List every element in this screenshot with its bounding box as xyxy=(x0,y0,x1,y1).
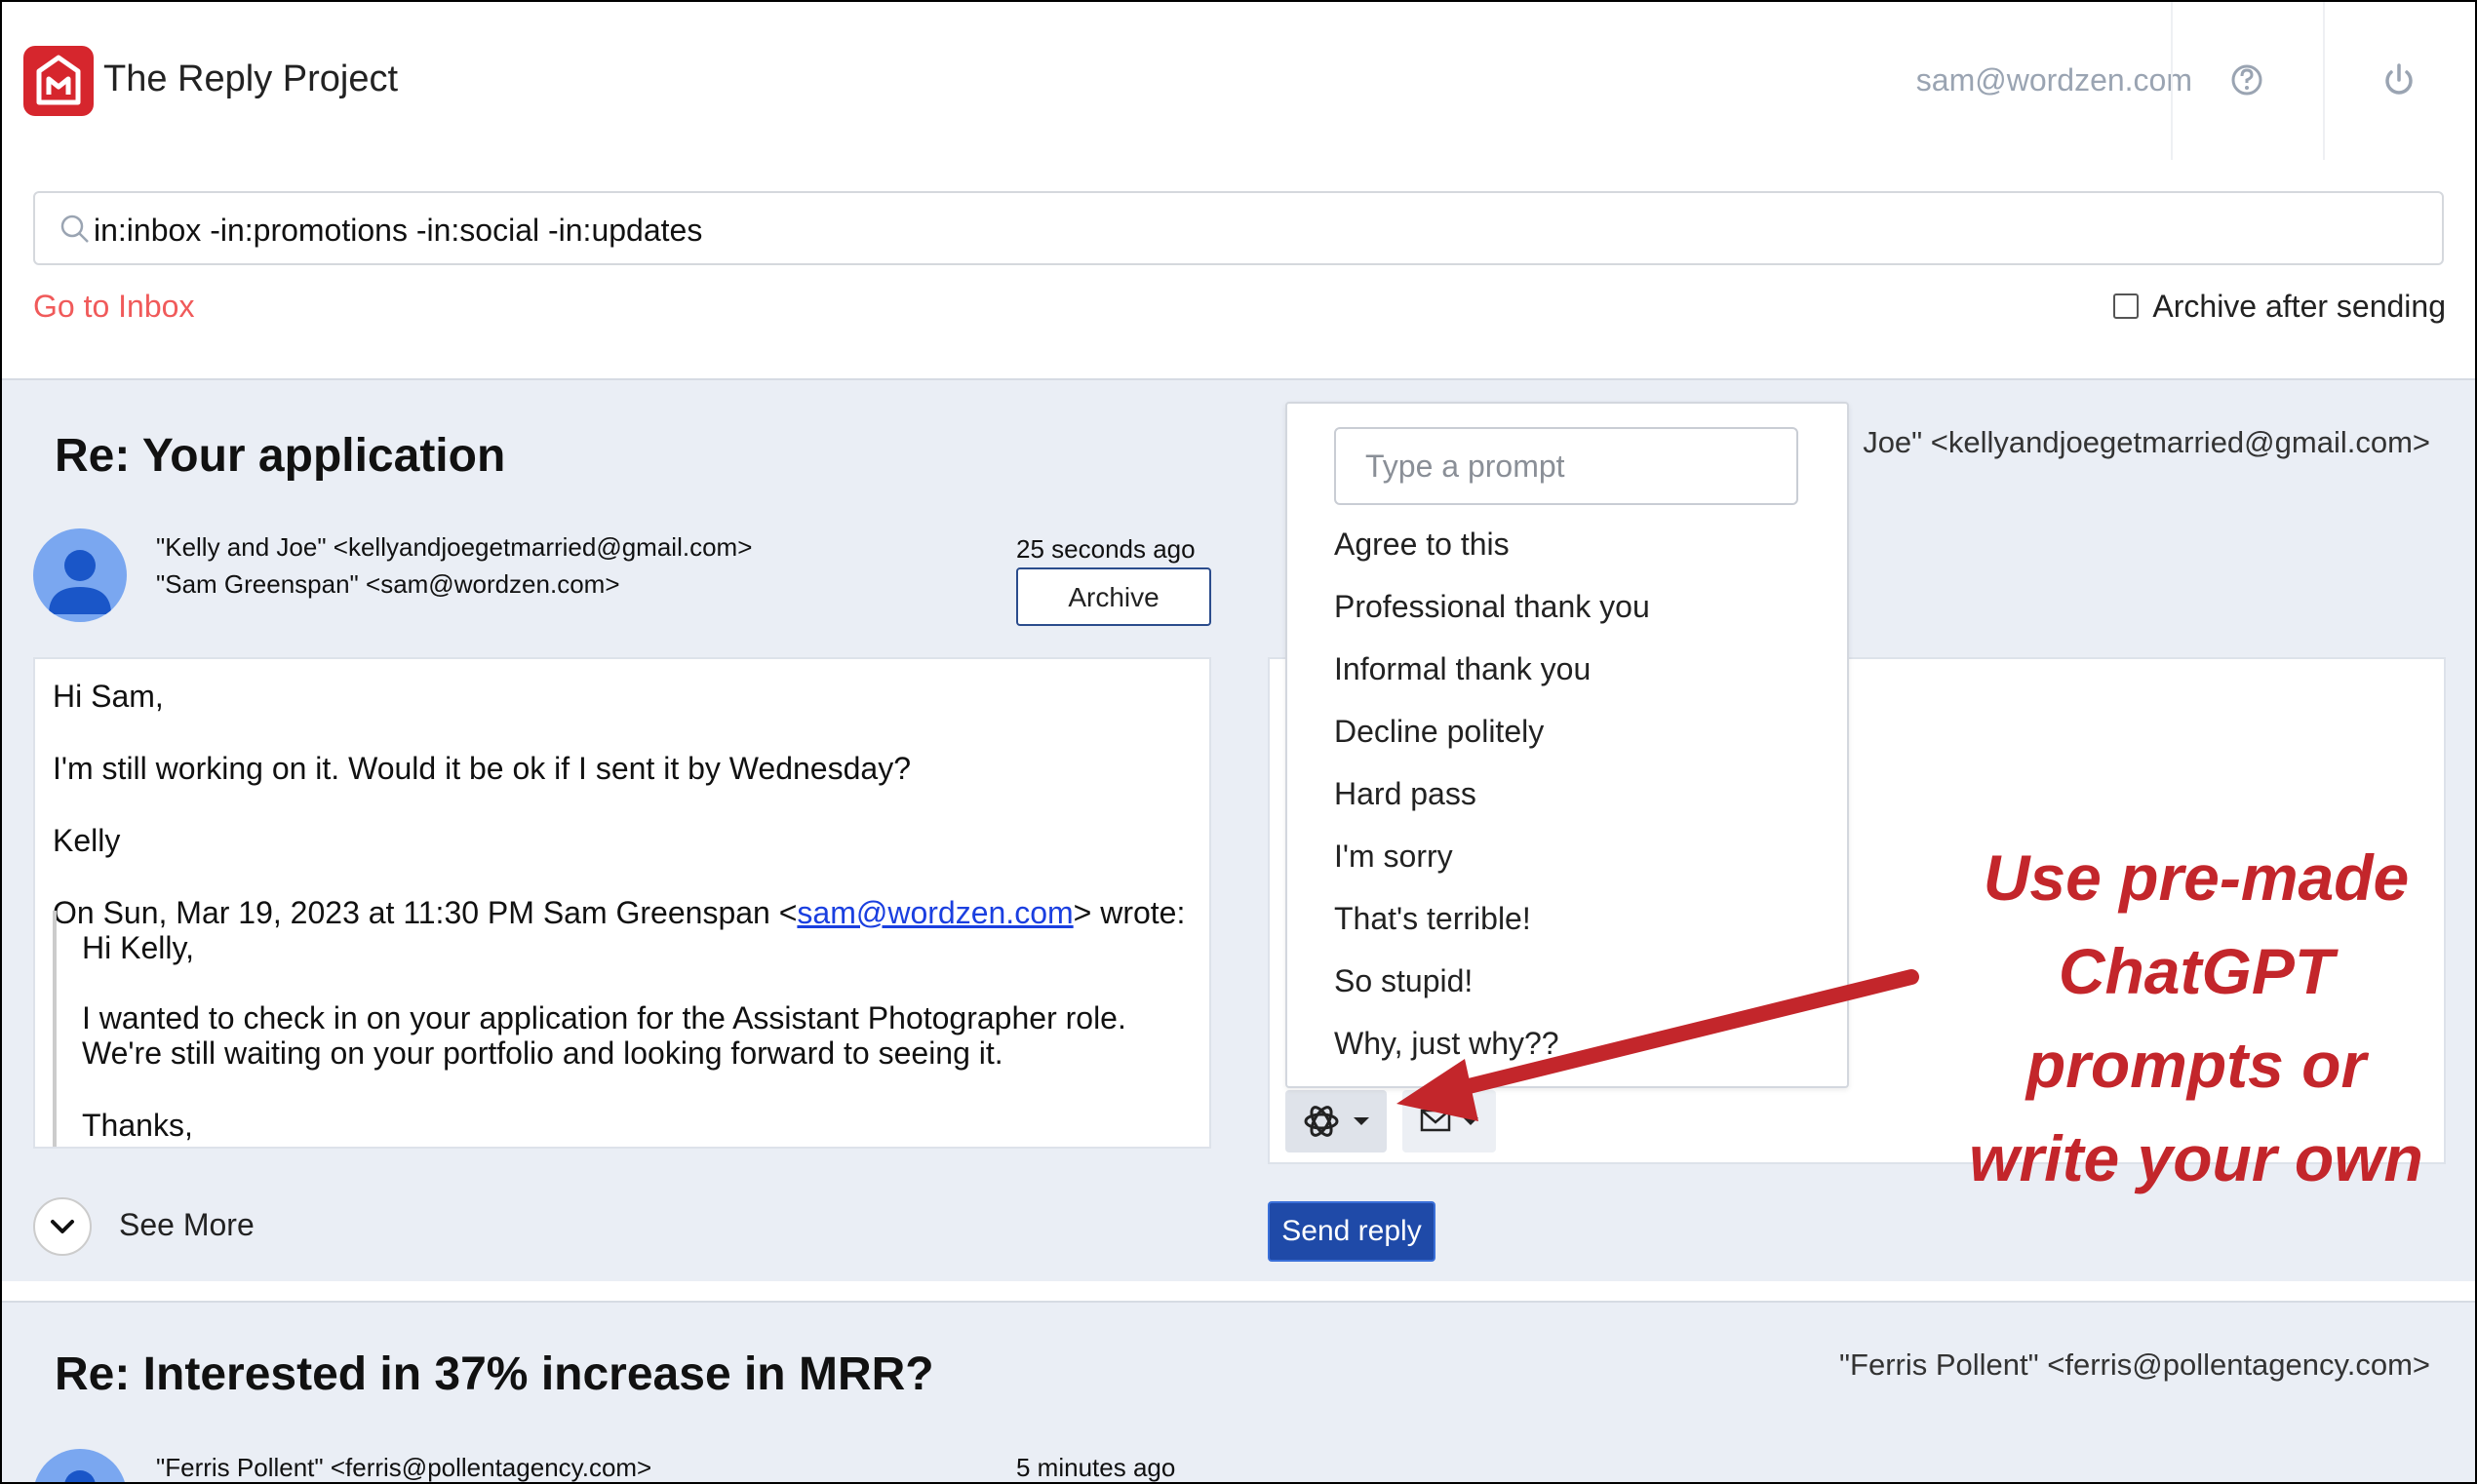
quote-header-text: > wrote: xyxy=(1073,895,1186,930)
prompt-input[interactable] xyxy=(1334,427,1798,505)
user-avatar-icon xyxy=(49,550,111,614)
message-timestamp: 25 seconds ago xyxy=(1016,534,1196,564)
prompt-item[interactable]: Agree to this xyxy=(1334,527,1510,563)
header-divider xyxy=(2323,2,2325,160)
quote-bar xyxy=(53,911,57,1147)
search-icon xyxy=(60,215,89,243)
prompt-item[interactable]: I'm sorry xyxy=(1334,839,1453,875)
body-signoff: Kelly xyxy=(53,823,121,858)
sender: "Kelly and Joe" <kellyandjoegetmarried@g… xyxy=(156,532,753,562)
avatar xyxy=(33,528,127,622)
see-more-label[interactable]: See More xyxy=(119,1207,255,1243)
mail-template-button[interactable] xyxy=(1402,1090,1496,1152)
go-to-inbox-link[interactable]: Go to Inbox xyxy=(33,289,194,325)
quote-header-text: On Sun, Mar 19, 2023 at 11:30 PM Sam Gre… xyxy=(53,895,798,930)
see-more-button[interactable] xyxy=(33,1197,92,1256)
prompt-item[interactable]: Professional thank you xyxy=(1334,589,1650,625)
prompt-item[interactable]: Why, just why?? xyxy=(1334,1026,1559,1062)
search-input[interactable]: in:inbox -in:promotions -in:social -in:u… xyxy=(94,213,702,249)
power-icon[interactable] xyxy=(2379,60,2418,99)
prompt-item[interactable]: Decline politely xyxy=(1334,714,1544,750)
app-frame: The Reply Project sam@wordzen.com in:inb… xyxy=(0,0,2477,1484)
archive-after-sending-checkbox[interactable]: Archive after sending xyxy=(2113,289,2446,325)
logo-icon xyxy=(36,55,81,105)
checkbox-icon[interactable] xyxy=(2113,293,2140,319)
user-avatar-icon xyxy=(64,1470,96,1482)
reply-project-logo[interactable] xyxy=(23,46,94,116)
message-timestamp: 5 minutes ago xyxy=(1016,1453,1176,1482)
help-icon[interactable] xyxy=(2227,60,2266,99)
body-greeting: Hi Sam, xyxy=(53,679,164,714)
reply-recipient: Joe" <kellyandjoegetmarried@gmail.com> xyxy=(1863,425,2430,459)
email-link[interactable]: sam@wordzen.com xyxy=(797,895,1073,930)
reply-recipient: "Ferris Pollent" <ferris@pollentagency.c… xyxy=(1839,1347,2430,1382)
chevron-down-icon xyxy=(1354,1117,1369,1125)
chevron-down-icon xyxy=(51,1220,74,1233)
chevron-down-icon xyxy=(1463,1117,1478,1125)
top-bar: The Reply Project sam@wordzen.com xyxy=(2,2,2475,160)
thread-subject: Re: Interested in 37% increase in MRR? xyxy=(55,1348,934,1400)
body-line: I'm still working on it. Would it be ok … xyxy=(53,751,911,786)
app-title: The Reply Project xyxy=(103,59,399,99)
prompt-item[interactable]: So stupid! xyxy=(1334,963,1473,999)
recipient: "Sam Greenspan" <sam@wordzen.com> xyxy=(156,569,620,599)
quote-thanks: Thanks, xyxy=(82,1108,193,1143)
annotation-text: Use pre-made ChatGPT prompts or write yo… xyxy=(1923,831,2469,1205)
message-body: Hi Sam, I'm still working on it. Would i… xyxy=(33,657,1211,1149)
openai-icon xyxy=(1304,1106,1339,1137)
user-email[interactable]: sam@wordzen.com xyxy=(1916,62,2192,98)
annotation-line: ChatGPT prompts or xyxy=(2025,935,2367,1101)
quote-greeting: Hi Kelly, xyxy=(82,930,194,965)
prompt-item[interactable]: Hard pass xyxy=(1334,776,1476,812)
prompt-dropdown: Agree to this Professional thank you Inf… xyxy=(1285,402,1849,1088)
sender: "Ferris Pollent" <ferris@pollentagency.c… xyxy=(156,1453,652,1482)
prompt-item[interactable]: Informal thank you xyxy=(1334,651,1591,687)
header-divider xyxy=(2171,2,2173,160)
annotation-line: write your own xyxy=(1969,1122,2423,1194)
avatar xyxy=(33,1449,127,1482)
archive-button[interactable]: Archive xyxy=(1016,567,1211,626)
chatgpt-prompt-button[interactable] xyxy=(1285,1090,1387,1152)
send-reply-button[interactable]: Send reply xyxy=(1268,1201,1435,1262)
search-bar[interactable]: in:inbox -in:promotions -in:social -in:u… xyxy=(33,191,2444,265)
thread-subject: Re: Your application xyxy=(55,430,506,482)
quote-line: We're still waiting on your portfolio an… xyxy=(82,1035,1003,1071)
quote-line: I wanted to check in on your application… xyxy=(82,1000,1126,1035)
thread-panel: Re: Interested in 37% increase in MRR? "… xyxy=(2,1301,2475,1482)
mail-icon xyxy=(1420,1109,1451,1132)
prompt-item[interactable]: That's terrible! xyxy=(1334,901,1531,937)
annotation-line: Use pre-made xyxy=(1983,841,2410,914)
quote-header: On Sun, Mar 19, 2023 at 11:30 PM Sam Gre… xyxy=(53,895,1185,931)
archive-after-sending-label: Archive after sending xyxy=(2152,289,2446,324)
